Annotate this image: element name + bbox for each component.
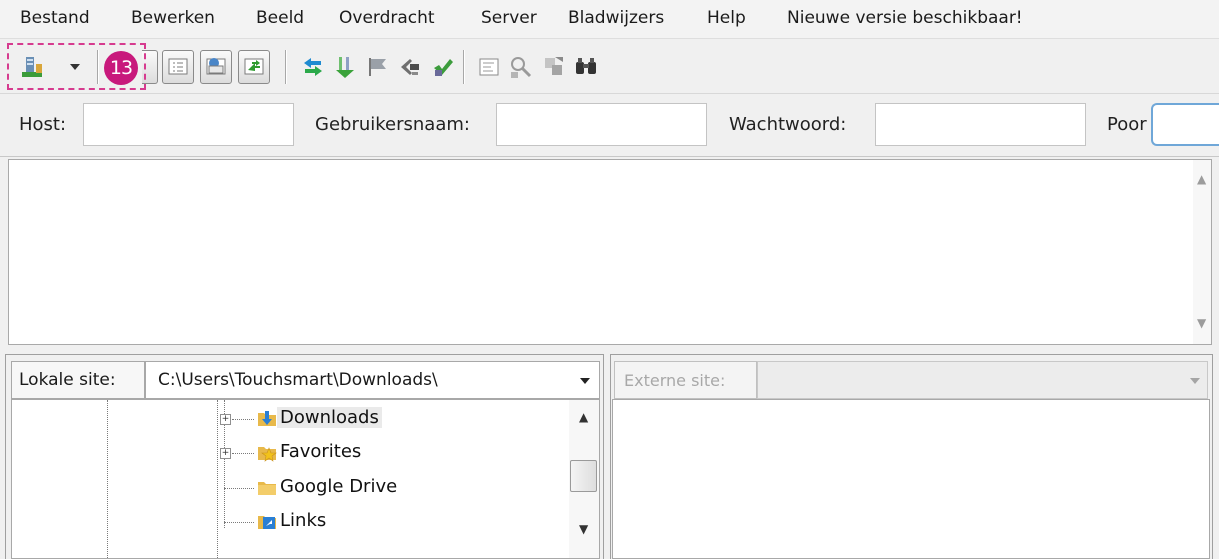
remote-site-label: Externe site: [614, 361, 757, 399]
tree-item-label: Downloads [277, 407, 382, 428]
tree-guide-line [224, 522, 254, 523]
password-input[interactable] [875, 103, 1086, 146]
tree-item[interactable]: + Downloads [12, 402, 572, 436]
refresh-icon[interactable] [296, 50, 330, 84]
scroll-down-icon[interactable]: ▼ [579, 522, 588, 536]
toolbar-separator [463, 50, 465, 84]
search-files-icon[interactable] [569, 50, 603, 84]
menu-server[interactable]: Server [481, 8, 537, 28]
host-input[interactable] [83, 103, 294, 146]
toggle-local-tree-icon[interactable] [162, 50, 194, 84]
tree-item[interactable]: + Favorites [12, 436, 572, 470]
message-log: ▲ ▼ [8, 159, 1212, 345]
annotation-badge: 13 [104, 51, 138, 85]
tree-item[interactable]: Google Drive [12, 471, 572, 505]
port-input[interactable] [1151, 103, 1219, 146]
chevron-down-icon [1190, 378, 1200, 384]
tree-item-label: Links [280, 510, 327, 531]
password-label: Wachtwoord: [729, 114, 847, 135]
remote-path-combobox [757, 361, 1208, 399]
tree-item[interactable]: Links [12, 505, 572, 539]
remote-directory-tree [612, 399, 1210, 559]
expand-icon[interactable]: + [220, 448, 231, 459]
scroll-up-icon[interactable]: ▲ [1197, 172, 1206, 186]
toolbar-separator [285, 50, 287, 84]
process-queue-icon[interactable] [328, 50, 362, 84]
links-folder-icon [258, 516, 276, 529]
tree-scrollbar[interactable]: ▲ ▼ [569, 400, 599, 558]
toggle-transfer-queue-icon[interactable] [238, 50, 270, 84]
tree-item-label: Favorites [280, 441, 362, 462]
tree-guide-line [232, 453, 254, 454]
expand-icon[interactable]: + [220, 414, 231, 425]
cancel-icon[interactable] [361, 50, 395, 84]
scroll-down-icon[interactable]: ▼ [1197, 316, 1206, 330]
menu-overdracht[interactable]: Overdracht [339, 8, 435, 28]
downloads-folder-icon [258, 411, 276, 426]
tree-guide-line [232, 419, 254, 420]
menu-bladwijzers[interactable]: Bladwijzers [568, 8, 664, 28]
reconnect-icon[interactable] [426, 50, 460, 84]
local-directory-tree: + Downloads + Favorites Google Drive Lin… [11, 399, 600, 559]
local-site-label: Lokale site: [11, 361, 145, 399]
menu-bewerken[interactable]: Bewerken [131, 8, 215, 28]
scrollbar-thumb[interactable] [570, 460, 597, 492]
menu-bestand[interactable]: Bestand [20, 8, 90, 28]
username-input[interactable] [496, 103, 707, 146]
menu-help[interactable]: Help [707, 8, 746, 28]
local-path-combobox[interactable]: C:\Users\Touchsmart\Downloads\ [145, 361, 600, 399]
scroll-up-icon[interactable]: ▲ [579, 410, 588, 424]
toggle-remote-tree-icon[interactable] [200, 50, 232, 84]
disconnect-icon[interactable] [393, 50, 427, 84]
menu-new-version[interactable]: Nieuwe versie beschikbaar! [787, 8, 1023, 28]
sync-browsing-icon[interactable] [537, 50, 571, 84]
compare-directories-icon[interactable] [504, 50, 538, 84]
username-label: Gebruikersnaam: [315, 114, 470, 135]
local-path-value: C:\Users\Touchsmart\Downloads\ [158, 370, 438, 390]
filter-icon[interactable] [472, 50, 506, 84]
favorites-folder-icon [258, 447, 277, 462]
tree-guide-line [224, 488, 254, 489]
tree-item-label: Google Drive [280, 476, 398, 497]
menu-beeld[interactable]: Beeld [256, 8, 304, 28]
folder-icon [258, 482, 276, 495]
log-scrollbar[interactable]: ▲ ▼ [1193, 160, 1211, 344]
menu-bar: Bestand Bewerken Beeld Overdracht Server… [0, 0, 1219, 39]
chevron-down-icon[interactable] [579, 377, 591, 385]
port-label: Poor [1107, 114, 1147, 135]
host-label: Host: [19, 114, 67, 135]
